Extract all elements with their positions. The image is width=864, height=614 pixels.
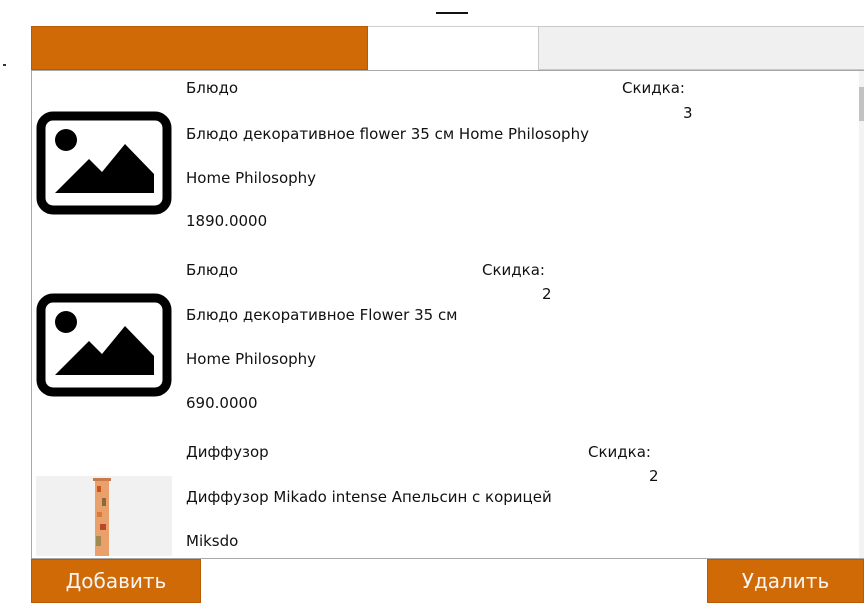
discount-label: Скидка: [622,79,685,97]
product-manufacturer: Miksdo [186,532,239,550]
product-name: Диффузор Mikado intense Апельсин с кориц… [186,488,552,506]
product-price: 690.0000 [186,394,258,412]
product-window: Блюдо Скидка: 3 Блюдо декоративное flowe… [0,0,864,614]
product-price: 1890.0000 [186,212,268,230]
discount-label: Скидка: [588,443,651,461]
image-placeholder-icon [36,111,172,215]
tab-gray[interactable] [538,26,864,70]
vertical-scrollbar[interactable] [859,71,864,558]
add-button[interactable]: Добавить [31,559,201,603]
window-edge-mark [3,64,6,66]
scrollbar-thumb[interactable] [859,87,864,121]
product-name: Блюдо декоративное Flower 35 см [186,306,458,324]
product-item[interactable]: Диффузор Скидка: 2 Диффузор Mikado inten… [32,435,860,558]
discount-label: Скидка: [482,261,545,279]
product-category: Блюдо [186,79,239,97]
delete-button[interactable]: Удалить [707,559,864,603]
product-manufacturer: Home Philosophy [186,169,317,187]
product-manufacturer: Home Philosophy [186,350,317,368]
product-item[interactable]: Блюдо Скидка: 3 Блюдо декоративное flowe… [32,71,860,253]
product-name: Блюдо декоративное flower 35 см Home Phi… [186,125,589,143]
image-placeholder-icon [36,293,172,397]
product-category: Диффузор [186,443,269,461]
discount-value: 3 [683,104,693,122]
tab-blank[interactable] [368,26,538,70]
diffuser-photo [36,476,172,556]
discount-value: 2 [542,285,552,303]
product-list[interactable]: Блюдо Скидка: 3 Блюдо декоративное flowe… [31,70,864,559]
tab-orange[interactable] [31,26,368,70]
minimize-mark [436,12,468,14]
product-category: Блюдо [186,261,239,279]
product-item[interactable]: Блюдо Скидка: 2 Блюдо декоративное Flowe… [32,253,860,435]
discount-value: 2 [649,467,659,485]
